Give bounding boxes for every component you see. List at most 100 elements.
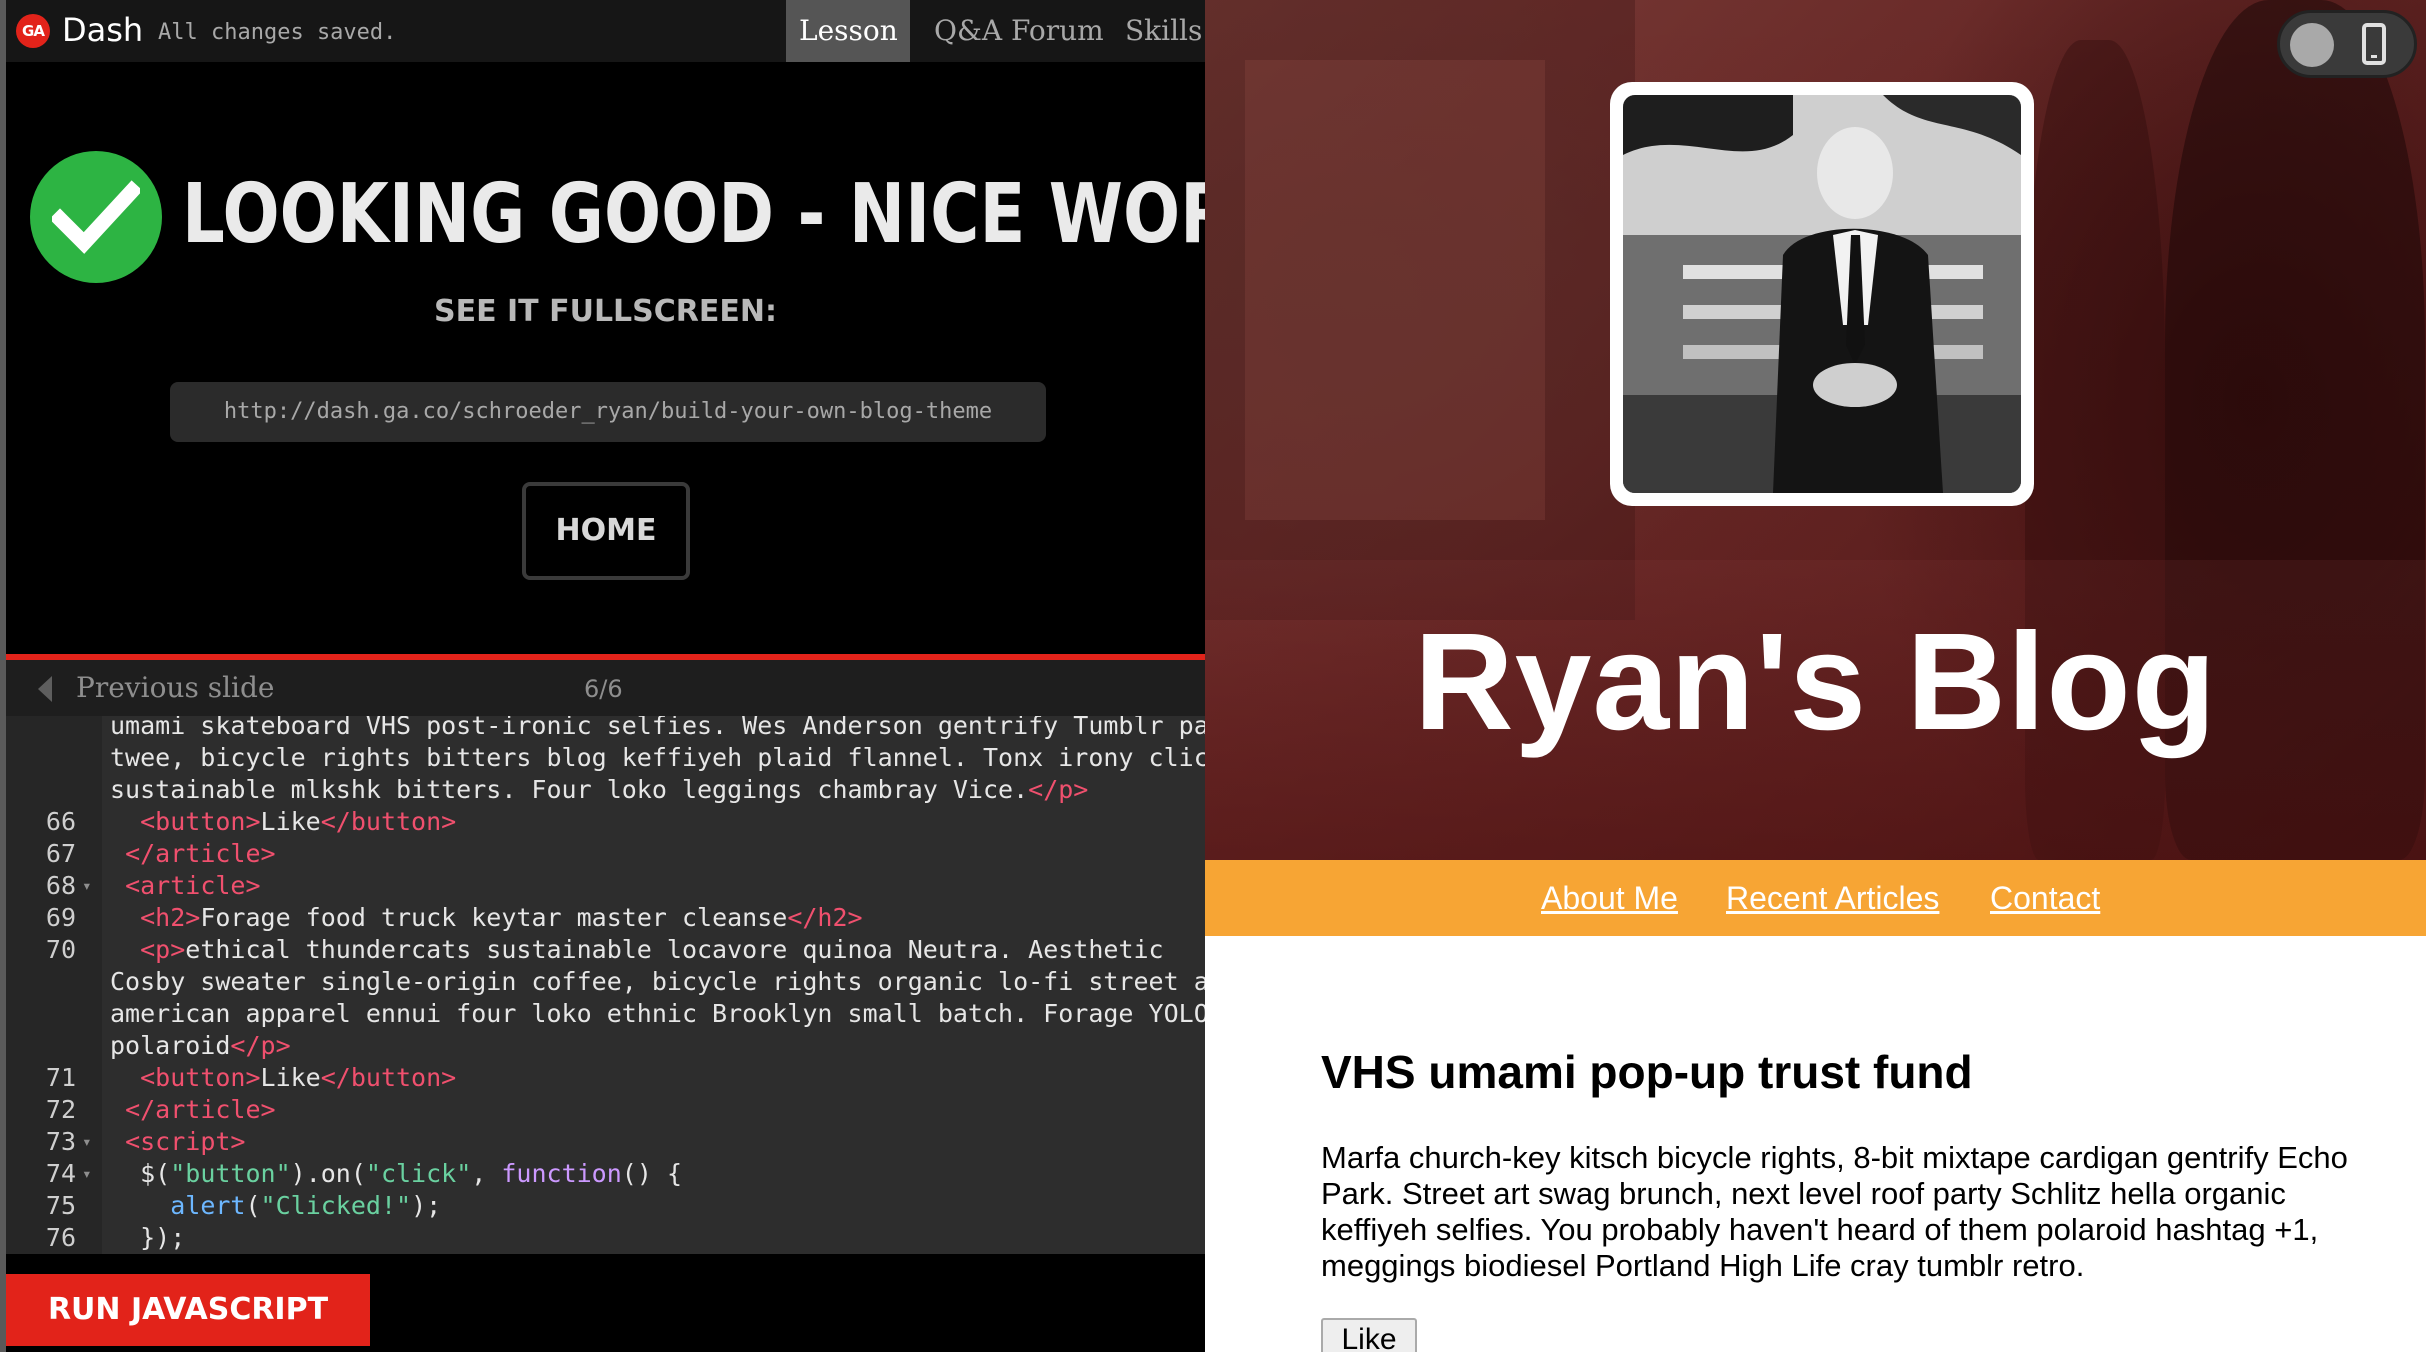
run-javascript-button[interactable]: RUN JAVASCRIPT [6,1274,370,1346]
code-token: Like [260,1063,321,1092]
code-text: <button>Like</button> [110,1062,456,1094]
code-line[interactable]: 66 <button>Like</button> [6,806,1205,838]
nav-link-about-me[interactable]: About Me [1541,878,1678,918]
blog-navigation: About Me Recent Articles Contact [1205,860,2426,936]
mobile-phone-icon[interactable] [2362,23,2386,65]
code-token: }); [110,1223,186,1252]
code-token: Cosby sweater single-origin coffee, bicy… [110,967,1205,996]
fold-arrow-icon[interactable]: ▾ [82,1158,92,1190]
code-line[interactable]: 69 <h2>Forage food truck keytar master c… [6,902,1205,934]
code-line[interactable]: american apparel ennui four loko ethnic … [6,998,1205,1030]
code-text: alert("Clicked!"); [110,1190,441,1222]
fold-arrow-icon[interactable]: ▾ [82,870,92,902]
code-token: ); [411,1191,442,1220]
code-lines[interactable]: umami skateboard VHS post-ironic selfies… [6,716,1205,1254]
fold-arrow-icon[interactable]: ▾ [82,1126,92,1158]
code-text: umami skateboard VHS post-ironic selfies… [110,716,1205,742]
code-token: </article> [125,1095,276,1124]
line-number: 73 [45,1127,76,1156]
code-text: $("button").on("click", function() { [110,1158,682,1190]
line-number: 72 [45,1095,76,1124]
like-button[interactable]: Like [1321,1318,1417,1352]
line-number: 67 [45,839,76,868]
code-token: ( [245,1191,261,1220]
code-text: american apparel ennui four loko ethnic … [110,998,1205,1030]
previous-slide-link[interactable]: Previous slide [76,670,275,706]
code-line[interactable]: 71 <button>Like</button> [6,1062,1205,1094]
code-editor[interactable]: umami skateboard VHS post-ironic selfies… [6,716,1205,1254]
code-token: <script> [125,1127,246,1156]
code-line[interactable]: 70 <p>ethical thundercats sustainable lo… [6,934,1205,966]
code-token: $( [110,1159,171,1188]
app-name[interactable]: Dash [62,8,143,52]
code-line[interactable]: twee, bicycle rights bitters blog keffiy… [6,742,1205,774]
code-token: </button> [320,807,457,836]
toggle-switch-icon[interactable] [2277,10,2417,78]
code-line[interactable]: 74 ▾ $("button").on("click", function() { [6,1158,1205,1190]
code-line[interactable]: 68 ▾ <article> [6,870,1205,902]
code-token: </button> [320,1063,457,1092]
code-token: <article> [125,871,261,900]
code-token: "button" [170,1159,291,1188]
code-token: twee, bicycle rights bitters blog keffiy… [110,743,1205,772]
code-line[interactable]: Cosby sweater single-origin coffee, bicy… [6,966,1205,998]
see-fullscreen-label: SEE IT FULLSCREEN: [433,294,777,329]
tab-skills[interactable]: Skills [1112,0,1215,62]
code-token: </article> [125,839,276,868]
code-line[interactable]: sustainable mlkshk bitters. Four loko le… [6,774,1205,806]
profile-photo-frame [1610,82,2034,506]
line-number: 69 [45,903,76,932]
code-token: Like [260,807,321,836]
ga-logo-icon[interactable]: GA [16,14,50,48]
tab-lesson[interactable]: Lesson [786,0,910,62]
arrow-left-icon[interactable] [38,676,52,702]
code-token: Forage food truck keytar master cleanse [200,903,788,932]
code-token: </p> [1028,775,1089,804]
code-text: polaroid</p> [110,1030,291,1062]
code-token: sustainable mlkshk bitters. Four loko le… [110,775,1029,804]
nav-link-contact[interactable]: Contact [1990,878,2100,918]
code-token: </h2> [787,903,863,932]
article-body: Marfa church-key kitsch bicycle rights, … [1321,1140,2348,1283]
blog-title: Ryan's Blog [1414,605,2217,759]
code-text: <button>Like</button> [110,806,456,838]
article-title: VHS umami pop-up trust fund [1321,1046,1973,1098]
code-token: "click" [365,1159,472,1188]
code-token: alert [170,1191,246,1220]
code-line[interactable]: 75 alert("Clicked!"); [6,1190,1205,1222]
success-panel: LOOKING GOOD - NICE WORK! SEE IT FULLSCR… [6,62,1315,654]
code-token: "Clicked!" [260,1191,412,1220]
code-token: american apparel ennui four loko ethnic … [110,999,1205,1028]
code-text: twee, bicycle rights bitters blog keffiy… [110,742,1205,774]
code-line[interactable]: 76 }); [6,1222,1205,1254]
tab-qa-forum[interactable]: Q&A Forum [921,0,1117,62]
blog-preview: Ryan's Blog About Me Recent Articles Con… [1205,0,2426,1352]
fullscreen-url-field[interactable]: http://dash.ga.co/schroeder_ryan/build-y… [170,382,1046,442]
code-line[interactable]: 67 </article> [6,838,1205,870]
code-text: </article> [110,1094,276,1126]
slide-navigation: Previous slide 6/6 [6,660,1205,716]
line-number: 68 [45,871,76,900]
save-status: All changes saved. [158,20,397,45]
slide-counter: 6/6 [584,675,623,703]
code-text: }); [110,1222,185,1254]
code-token: polaroid [110,1031,231,1060]
code-text: Cosby sweater single-origin coffee, bicy… [110,966,1205,998]
toggle-knob[interactable] [2290,23,2334,67]
code-token: () { [621,1159,683,1188]
code-line[interactable]: umami skateboard VHS post-ironic selfies… [6,716,1205,742]
code-line[interactable]: polaroid</p> [6,1030,1205,1062]
line-number: 75 [45,1191,76,1220]
nav-link-recent-articles[interactable]: Recent Articles [1726,878,1939,918]
code-token: <button> [140,807,261,836]
code-line[interactable]: 73 ▾ <script> [6,1126,1205,1158]
code-token: , [471,1159,502,1188]
code-line[interactable]: 72 </article> [6,1094,1205,1126]
code-token: ).on( [290,1159,366,1188]
home-button[interactable]: HOME [522,482,690,580]
code-text: </article> [110,838,276,870]
